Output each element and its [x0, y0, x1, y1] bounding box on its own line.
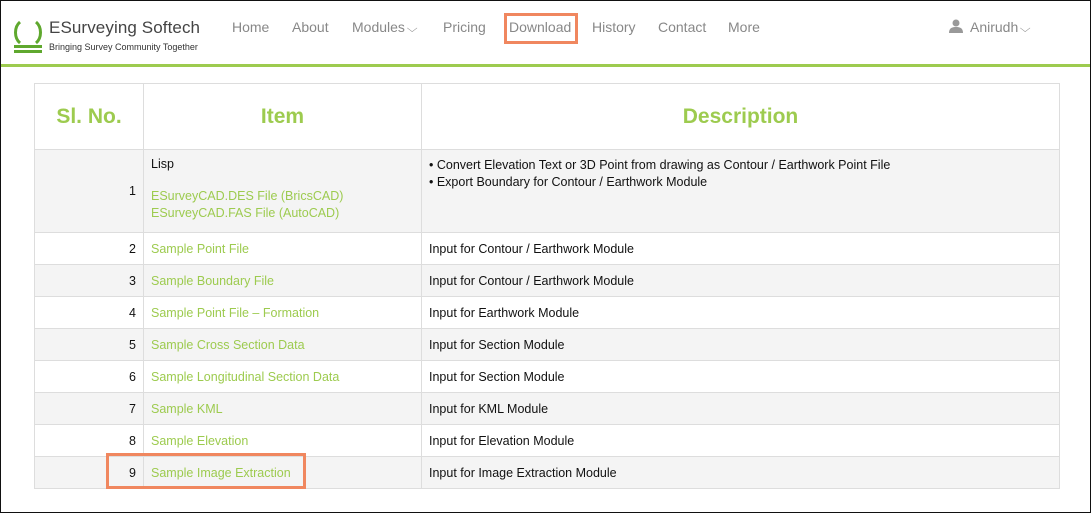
top-navbar: ESurveying Softech Bringing Survey Commu… [1, 1, 1090, 67]
download-link[interactable]: Sample Boundary File [151, 274, 274, 288]
row-number: 3 [34, 264, 144, 297]
row-number: 5 [34, 328, 144, 361]
nav-contact[interactable]: Contact [658, 19, 706, 35]
row-description: Input for Section Module [421, 328, 1060, 361]
row-item: Sample Image Extraction [143, 456, 422, 489]
nav-pricing[interactable]: Pricing [443, 19, 486, 35]
header-item: Item [143, 83, 422, 150]
header-description: Description [421, 83, 1060, 150]
download-link[interactable]: Sample Point File [151, 242, 249, 256]
table-header-row: Sl. No. Item Description [34, 83, 1060, 150]
brand-title: ESurveying Softech [49, 18, 201, 37]
row-item: Sample KML [143, 392, 422, 425]
omega-logo-icon [14, 20, 42, 53]
row-number: 7 [34, 392, 144, 425]
description-bullet: • Export Boundary for Contour / Earthwor… [429, 175, 708, 189]
row-description: Input for Image Extraction Module [421, 456, 1060, 489]
nav-more[interactable]: More [728, 19, 760, 35]
nav-about[interactable]: About [292, 19, 329, 35]
row-item: Sample Boundary File [143, 264, 422, 297]
table-row: 7 Sample KML Input for KML Module [34, 392, 1060, 425]
row-description: Input for Contour / Earthwork Module [421, 232, 1060, 265]
download-link[interactable]: Sample Point File – Formation [151, 306, 319, 320]
row-number: 4 [34, 296, 144, 329]
user-name: Anirudh [970, 19, 1019, 35]
row-description: Input for Section Module [421, 360, 1060, 393]
row-number: 1 [34, 149, 144, 233]
download-link[interactable]: Sample KML [151, 402, 223, 416]
download-link[interactable]: Sample Longitudinal Section Data [151, 370, 339, 384]
table-row: 3 Sample Boundary File Input for Contour… [34, 264, 1060, 297]
user-menu[interactable]: Anirudh ⌵ [949, 19, 1031, 36]
row-description: Input for Earthwork Module [421, 296, 1060, 329]
chevron-down-icon: ⌵ [406, 23, 418, 35]
downloads-table: Sl. No. Item Description 1 Lisp ESurveyC… [34, 83, 1060, 489]
row-item: Lisp ESurveyCAD.DES File (BricsCAD) ESur… [143, 149, 422, 233]
table-row: 2 Sample Point File Input for Contour / … [34, 232, 1060, 265]
description-bullet: • Convert Elevation Text or 3D Point fro… [429, 158, 891, 172]
download-link-des[interactable]: ESurveyCAD.DES File (BricsCAD) [151, 188, 414, 205]
nav-modules-label: Modules [352, 19, 405, 35]
table-row: 6 Sample Longitudinal Section Data Input… [34, 360, 1060, 393]
nav-history[interactable]: History [592, 19, 636, 35]
table-row: 4 Sample Point File – Formation Input fo… [34, 296, 1060, 329]
row-item: Sample Point File [143, 232, 422, 265]
row-number: 8 [34, 424, 144, 457]
row-item: Sample Longitudinal Section Data [143, 360, 422, 393]
nav-modules[interactable]: Modules ⌵ [352, 19, 418, 36]
table-row: 9 Sample Image Extraction Input for Imag… [34, 456, 1060, 489]
row-item: Sample Elevation [143, 424, 422, 457]
row-item: Sample Point File – Formation [143, 296, 422, 329]
row-number: 2 [34, 232, 144, 265]
row-description: Input for KML Module [421, 392, 1060, 425]
download-link[interactable]: Sample Elevation [151, 434, 248, 448]
table-row: 8 Sample Elevation Input for Elevation M… [34, 424, 1060, 457]
row-item: Sample Cross Section Data [143, 328, 422, 361]
row-number: 6 [34, 360, 144, 393]
brand-tagline: Bringing Survey Community Together [49, 42, 198, 52]
download-link[interactable]: Sample Cross Section Data [151, 338, 305, 352]
user-icon [949, 19, 963, 33]
chevron-down-icon: ⌵ [1020, 23, 1031, 35]
table-row: 1 Lisp ESurveyCAD.DES File (BricsCAD) ES… [34, 149, 1060, 233]
lisp-label: Lisp [151, 157, 174, 171]
download-link[interactable]: Sample Image Extraction [151, 466, 291, 480]
row-description: • Convert Elevation Text or 3D Point fro… [421, 149, 1060, 233]
header-sl-no: Sl. No. [34, 83, 144, 150]
table-row: 5 Sample Cross Section Data Input for Se… [34, 328, 1060, 361]
nav-download[interactable]: Download [509, 19, 571, 35]
row-description: Input for Elevation Module [421, 424, 1060, 457]
download-link-fas[interactable]: ESurveyCAD.FAS File (AutoCAD) [151, 205, 414, 222]
nav-home[interactable]: Home [232, 19, 269, 35]
row-number: 9 [34, 456, 144, 489]
row-description: Input for Contour / Earthwork Module [421, 264, 1060, 297]
